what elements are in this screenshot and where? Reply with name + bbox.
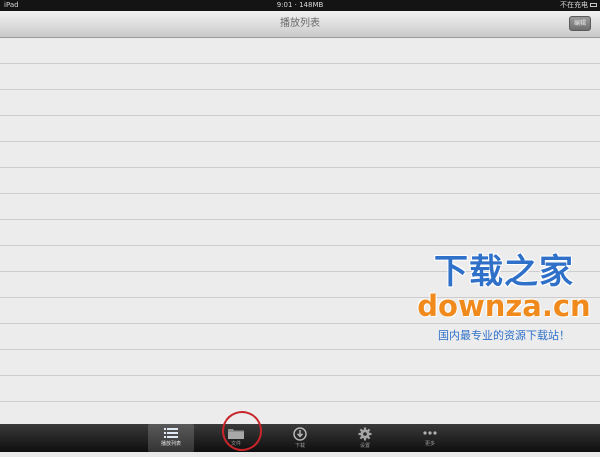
tab-label: 更多 [424,441,435,447]
tab-label: 设置 [359,443,370,449]
page-title: 播放列表 [280,18,320,29]
tab-downloads[interactable]: 下载 [277,424,323,452]
status-bar: iPad 9:01 · 148MB 不在充电 [0,0,600,11]
watermark-domain: downza.cn [417,289,591,323]
battery-icon [590,3,597,7]
playlist-list[interactable] [0,38,600,424]
tab-label: 下载 [294,443,305,449]
status-time-memory: 9:01 · 148MB [276,1,324,9]
tab-more[interactable]: 更多 [407,424,453,452]
gear-icon [358,427,372,441]
tab-bar: 播放列表 文件 下载 设置 更多 [0,424,600,452]
download-icon [293,427,307,441]
tab-playlist[interactable]: 播放列表 [148,424,194,452]
tab-settings[interactable]: 设置 [342,424,388,452]
watermark-slogan: 国内最专业的资源下载站！ [438,329,570,342]
list-icon [164,428,178,438]
tab-label: 播放列表 [160,441,181,447]
navigation-bar: 播放列表 编辑 [0,11,600,38]
watermark-logo: 下载之家 downza.cn 国内最专业的资源下载站！ [414,253,594,345]
more-icon [423,431,437,435]
edit-button[interactable]: 编辑 [569,16,591,31]
watermark-title: 下载之家 [434,252,574,292]
charge-status: 不在充电 [560,1,588,9]
